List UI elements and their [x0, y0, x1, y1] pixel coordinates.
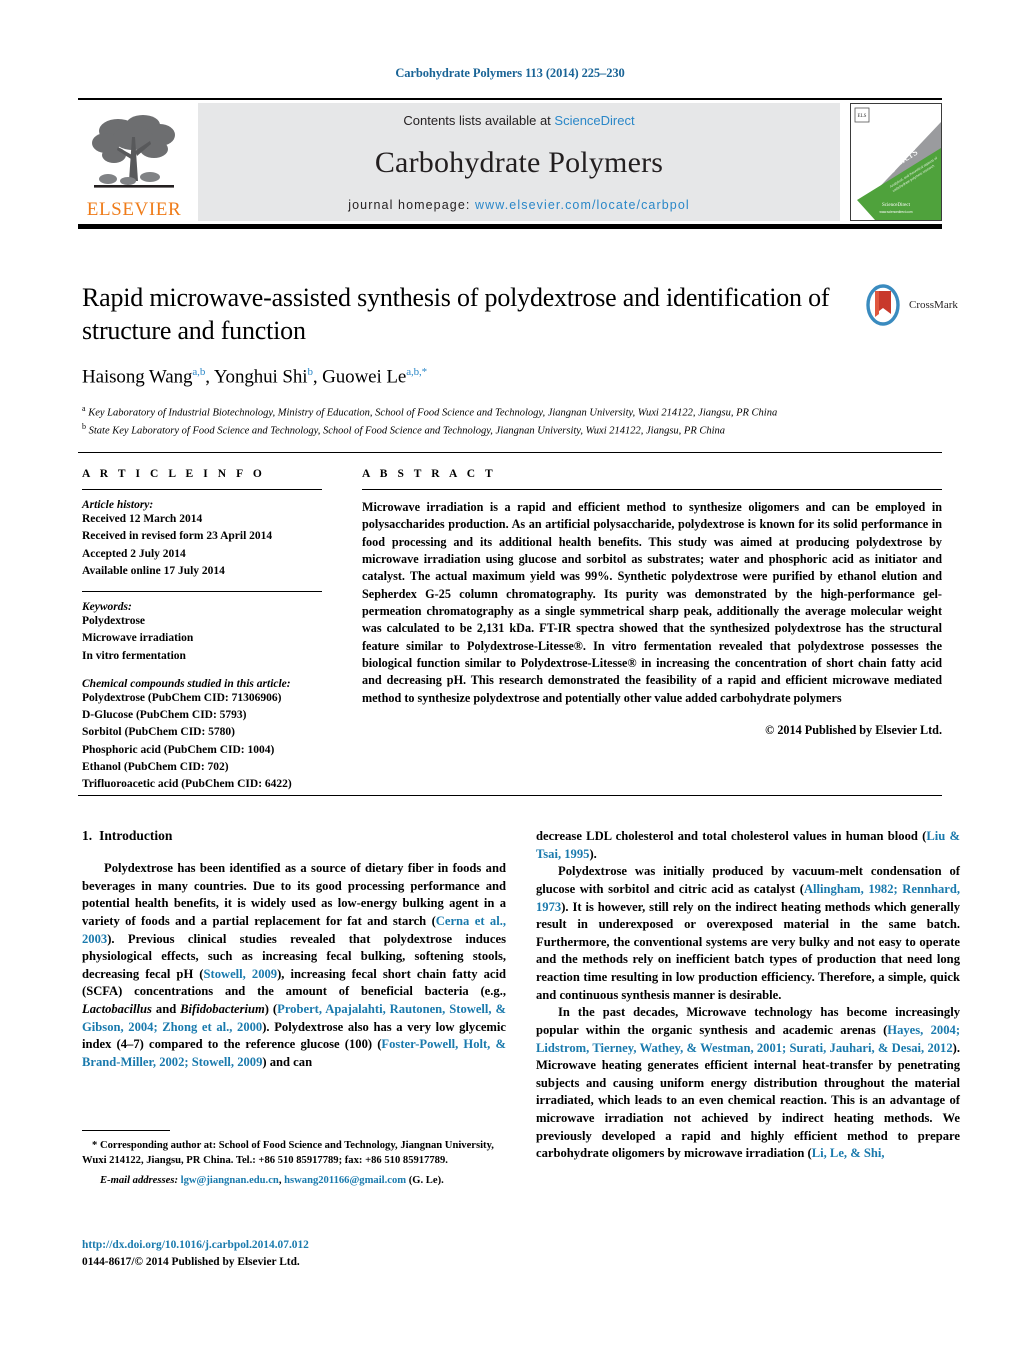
article-info-divider — [82, 591, 322, 592]
email-label: E-mail addresses: — [100, 1174, 178, 1186]
doi-link[interactable]: http://dx.doi.org/10.1016/j.carbpol.2014… — [82, 1237, 512, 1254]
compound-item: Trifluoroacetic acid (PubChem CID: 6422) — [82, 778, 292, 790]
keyword-item: Polydextrose — [82, 615, 146, 627]
affiliation-a-text: Key Laboratory of Industrial Biotechnolo… — [88, 407, 778, 419]
footnote-email-line: E-mail addresses: lgw@jiangnan.edu.cn, h… — [82, 1173, 506, 1188]
svg-text:ELS: ELS — [858, 114, 867, 119]
organism-name: Bifidobacterium — [180, 1002, 265, 1016]
chemical-compounds-group: Chemical compounds studied in this artic… — [82, 678, 322, 794]
svg-text:www.sciencedirect.com: www.sciencedirect.com — [879, 210, 912, 214]
email-link-2[interactable]: hswang201166@gmail.com — [284, 1175, 406, 1186]
paragraph-intro-left: Polydextrose has been identified as a so… — [82, 860, 506, 1072]
keywords-group: Keywords: Polydextrose Microwave irradia… — [82, 601, 322, 665]
masthead-bottom-rule — [78, 224, 942, 229]
abstract-text: Microwave irradiation is a rapid and eff… — [362, 500, 942, 705]
cover-art: ELS Carbohydrate Polymers Analytical, an… — [851, 104, 941, 220]
journal-masthead: ELSEVIER Contents lists available at Sci… — [78, 98, 942, 229]
sciencedirect-link[interactable]: ScienceDirect — [554, 113, 634, 128]
abstract-copyright: © 2014 Published by Elsevier Ltd. — [765, 722, 942, 737]
crossmark-label: CrossMark — [909, 299, 958, 311]
email-link-1[interactable]: lgw@jiangnan.edu.cn — [181, 1175, 279, 1186]
author-affil-marker: a,b,* — [406, 365, 428, 378]
title-block: Rapid microwave-assisted synthesis of po… — [82, 282, 852, 440]
history-item: Accepted 2 July 2014 — [82, 547, 186, 560]
crossmark-icon — [866, 284, 900, 326]
contents-available-line: Contents lists available at ScienceDirec… — [403, 113, 634, 128]
running-head: Carbohydrate Polymers 113 (2014) 225–230 — [395, 66, 625, 80]
keywords-label: Keywords: — [82, 601, 132, 613]
author-list: Haisong Wanga,b, Yonghui Shib, Guowei Le… — [82, 365, 428, 387]
email-suffix: (G. Le). — [406, 1174, 444, 1186]
paragraph-intro-right-3: In the past decades, Microwave technolog… — [536, 1004, 960, 1163]
homepage-prefix: journal homepage: — [348, 198, 476, 212]
masthead-top-rule — [78, 98, 942, 100]
compound-item: Phosphoric acid (PubChem CID: 1004) — [82, 743, 275, 756]
compound-item: Polydextrose (PubChem CID: 71306906) — [82, 691, 282, 704]
abstract-column: A B S T R A C T Microwave irradiation is… — [362, 468, 942, 738]
article-history-label: Article history: — [82, 499, 154, 511]
citation-link[interactable]: Stowell, 2009 — [204, 967, 278, 981]
text-run: ). It is however, still rely on the indi… — [536, 899, 960, 1002]
journal-homepage-link[interactable]: www.elsevier.com/locate/carbpol — [475, 198, 690, 212]
info-abstract-top-rule — [78, 452, 942, 453]
body-column-right: decrease LDL cholesterol and total chole… — [536, 828, 960, 1163]
compound-item: Ethanol (PubChem CID: 702) — [82, 760, 229, 773]
history-item: Received in revised form 23 April 2014 — [82, 530, 273, 543]
article-title: Rapid microwave-assisted synthesis of po… — [82, 283, 830, 345]
text-run: ) and can — [262, 1054, 313, 1069]
issn-copyright-line: 0144-8617/© 2014 Published by Elsevier L… — [82, 1256, 300, 1269]
paragraph-intro-right-1: decrease LDL cholesterol and total chole… — [536, 828, 960, 863]
compound-item: Sorbitol (PubChem CID: 5780) — [82, 726, 236, 739]
section-number: 1. — [82, 828, 93, 843]
journal-band: Contents lists available at ScienceDirec… — [198, 103, 840, 221]
history-item: Available online 17 July 2014 — [82, 564, 225, 577]
affiliations: a Key Laboratory of Industrial Biotechno… — [82, 403, 852, 440]
journal-title: Carbohydrate Polymers — [374, 146, 664, 179]
affiliation-a: a Key Laboratory of Industrial Biotechno… — [82, 403, 852, 421]
section-heading-introduction: 1. Introduction — [82, 828, 506, 844]
compounds-label: Chemical compounds studied in this artic… — [82, 677, 291, 690]
keyword-item: In vitro fermentation — [82, 649, 186, 662]
keyword-item: Microwave irradiation — [82, 632, 194, 645]
section-title: Introduction — [99, 828, 173, 843]
article-info-column: A R T I C L E I N F O Article history: R… — [82, 468, 322, 795]
affil-marker-a: a — [82, 403, 86, 413]
footnote-rule — [82, 1130, 170, 1131]
organism-name: Lactobacillus — [82, 1002, 152, 1016]
crossmark-badge[interactable]: CrossMark — [866, 283, 960, 327]
journal-article-page: Carbohydrate Polymers 113 (2014) 225–230 — [0, 0, 1020, 1351]
elsevier-tree-icon — [92, 115, 175, 188]
compound-item: D-Glucose (PubChem CID: 5793) — [82, 709, 247, 721]
affiliation-b-text: State Key Laboratory of Food Science and… — [88, 425, 726, 437]
article-history-group: Article history: Received 12 March 2014 … — [82, 499, 322, 580]
doi-block: http://dx.doi.org/10.1016/j.carbpol.2014… — [82, 1237, 512, 1271]
text-run: and — [151, 1002, 181, 1016]
affil-marker-b: b — [82, 422, 86, 432]
corresponding-author-footnote: * Corresponding author at: School of Foo… — [82, 1130, 506, 1188]
journal-homepage-line: journal homepage: www.elsevier.com/locat… — [348, 198, 690, 212]
author-affil-marker: b — [307, 365, 313, 378]
paragraph-intro-right-2: Polydextrose was initially produced by v… — [536, 863, 960, 1004]
svg-text:ScienceDirect: ScienceDirect — [882, 203, 911, 208]
body-column-left: 1. Introduction Polydextrose has been ide… — [82, 828, 506, 1072]
article-info-heading: A R T I C L E I N F O — [82, 468, 266, 480]
journal-cover-thumbnail[interactable]: ELS Carbohydrate Polymers Analytical, an… — [850, 103, 942, 221]
elsevier-logo: ELSEVIER — [78, 103, 190, 221]
abstract-heading-rule — [362, 489, 942, 490]
article-info-heading-rule — [82, 489, 322, 490]
contents-prefix: Contents lists available at — [403, 113, 555, 128]
abstract-heading: A B S T R A C T — [362, 468, 497, 480]
text-run: ). Microwave heating generates efficient… — [536, 1040, 960, 1161]
affiliation-b: b State Key Laboratory of Food Science a… — [82, 421, 852, 439]
author-affil-marker: a,b — [192, 365, 206, 378]
elsevier-wordmark: ELSEVIER — [86, 199, 182, 220]
text-run: ). — [589, 846, 597, 861]
footnote-corresponding-text: * Corresponding author at: School of Foo… — [82, 1140, 494, 1167]
text-run: ) ( — [264, 1002, 278, 1016]
citation-link[interactable]: Li, Le, & Shi, — [812, 1146, 885, 1160]
text-run: decrease LDL cholesterol and total chole… — [536, 829, 927, 843]
history-item: Received 12 March 2014 — [82, 513, 203, 525]
